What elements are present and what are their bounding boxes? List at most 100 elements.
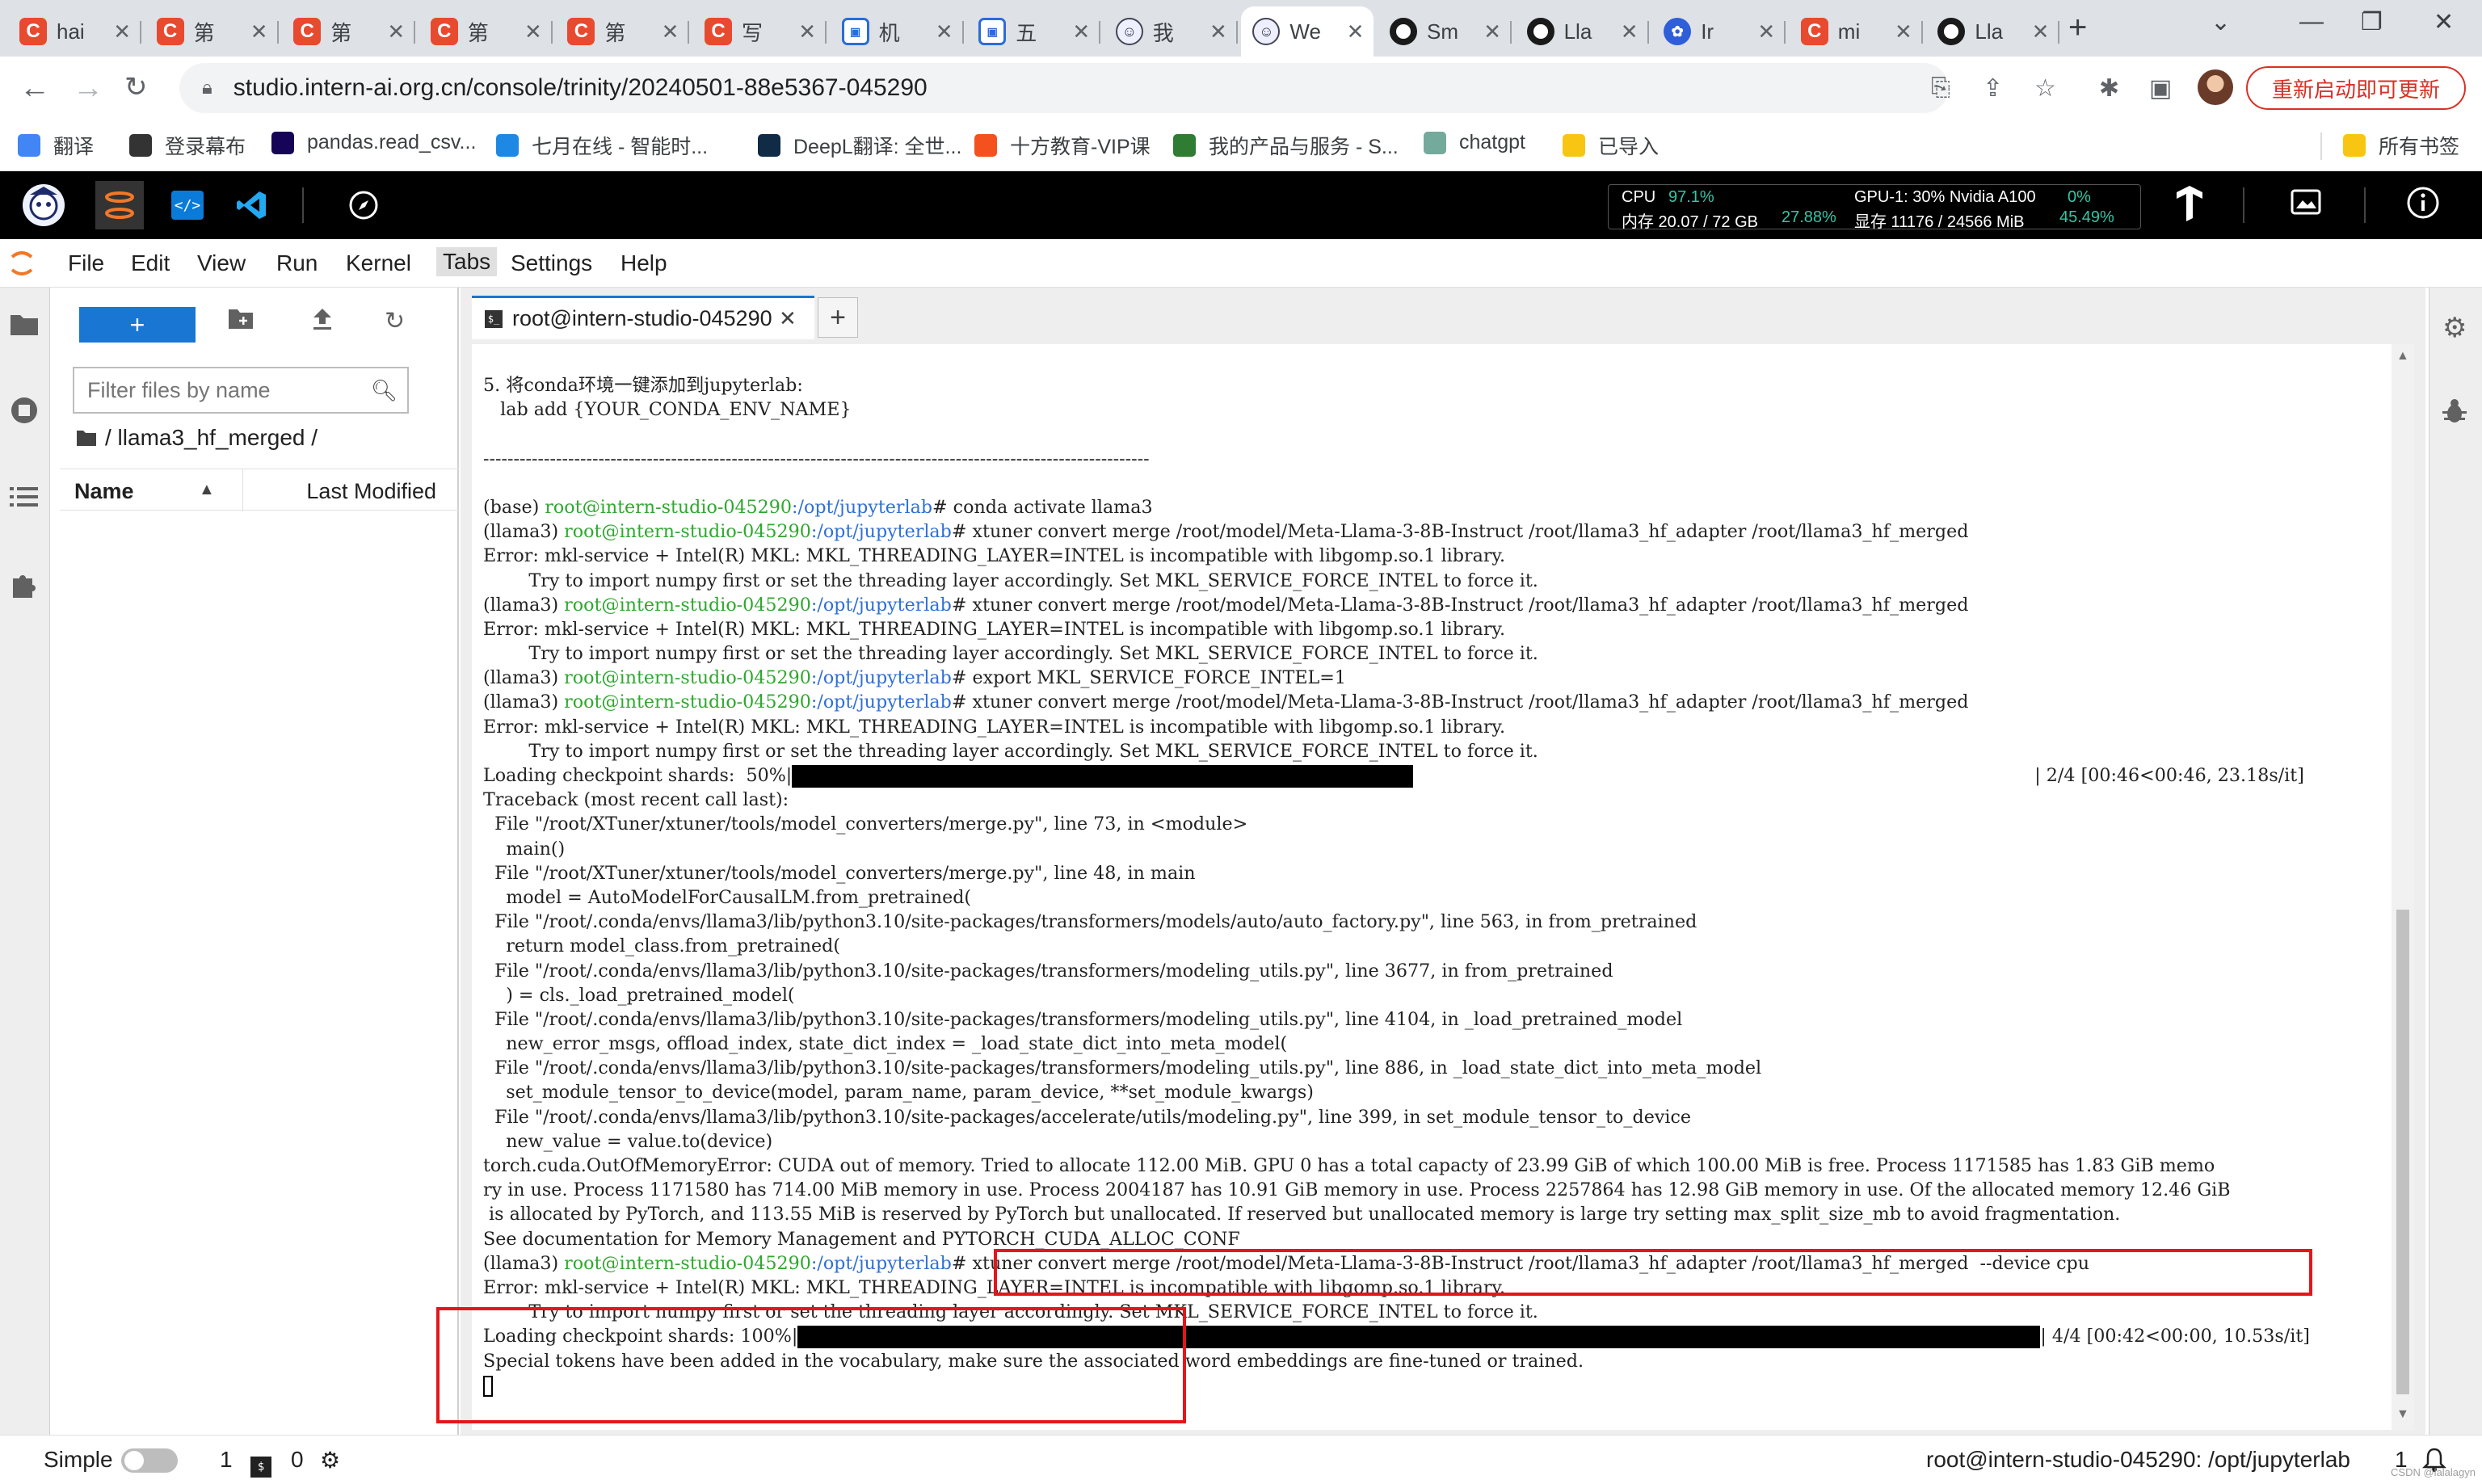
- compass-icon[interactable]: [339, 181, 388, 229]
- sort-ascending-icon[interactable]: ▲: [199, 481, 215, 499]
- browser-tab[interactable]: Sm ✕: [1378, 6, 1512, 57]
- simple-mode-toggle[interactable]: [121, 1448, 178, 1473]
- new-launcher-button[interactable]: +: [79, 307, 196, 343]
- browser-tab[interactable]: Chai ✕: [8, 6, 141, 57]
- terminal-tab[interactable]: $_ root@intern-studio-045290 ✕: [472, 296, 814, 339]
- browser-tab[interactable]: C 第 ✕: [145, 6, 279, 57]
- code-editor-icon[interactable]: </>: [163, 181, 212, 229]
- browser-tab[interactable]: ▣ 机 ✕: [831, 6, 964, 57]
- address-bar[interactable]: 🔒︎ studio.intern-ai.org.cn/console/trini…: [179, 63, 1949, 113]
- menu-settings[interactable]: Settings: [511, 250, 592, 276]
- minimize-button[interactable]: —: [2299, 8, 2324, 36]
- close-tab-icon[interactable]: ✕: [1621, 19, 1639, 44]
- bookmark-item[interactable]: pandas.read_csv...: [271, 131, 476, 154]
- add-tab-button[interactable]: +: [818, 297, 858, 338]
- terminal-scrollbar[interactable]: ▲ ▼: [2392, 344, 2414, 1430]
- extensions-icon[interactable]: ✱: [2099, 74, 2119, 103]
- close-tab-icon[interactable]: ✕: [113, 19, 131, 44]
- reload-icon[interactable]: ↻: [124, 71, 148, 103]
- refresh-icon[interactable]: ↻: [385, 307, 405, 335]
- folder-icon[interactable]: [10, 312, 39, 343]
- name-column-header[interactable]: Name: [74, 479, 134, 504]
- close-tab-icon[interactable]: ✕: [779, 306, 797, 331]
- breadcrumb[interactable]: / llama3_hf_merged /: [76, 425, 318, 451]
- close-tab-icon[interactable]: ✕: [662, 19, 679, 44]
- bookmark-item[interactable]: 我的产品与服务 - S...: [1173, 131, 1399, 160]
- close-tab-icon[interactable]: ✕: [250, 19, 268, 44]
- update-button[interactable]: 重新启动即可更新: [2246, 66, 2466, 110]
- close-tab-icon[interactable]: ✕: [798, 19, 816, 44]
- table-of-contents-icon[interactable]: [10, 485, 39, 516]
- bookmark-item[interactable]: 登录幕布: [129, 131, 246, 160]
- bookmark-item[interactable]: DeepL翻译: 全世...: [758, 131, 961, 160]
- scroll-up-icon[interactable]: ▲: [2396, 349, 2409, 364]
- close-tab-icon[interactable]: ✕: [524, 19, 542, 44]
- settings-gear-icon[interactable]: ⚙: [320, 1447, 340, 1473]
- scrollbar-thumb[interactable]: [2396, 910, 2409, 1394]
- forward-icon[interactable]: →: [73, 71, 103, 106]
- debugger-icon[interactable]: [2442, 397, 2467, 432]
- menu-edit[interactable]: Edit: [131, 250, 170, 276]
- side-panel-icon[interactable]: ▣: [2149, 74, 2172, 103]
- close-tab-icon[interactable]: ✕: [1072, 19, 1090, 44]
- tensorflow-icon[interactable]: [2173, 186, 2206, 229]
- image-upload-icon[interactable]: [2290, 186, 2322, 226]
- info-icon[interactable]: [2406, 186, 2440, 228]
- browser-tab[interactable]: ☺ 我 ✕: [1104, 6, 1238, 57]
- kernel-count[interactable]: 1: [220, 1447, 233, 1473]
- browser-tab[interactable]: C 第 ✕: [419, 6, 553, 57]
- bookmark-item[interactable]: chatgpt: [1424, 131, 1525, 154]
- close-tab-icon[interactable]: ✕: [1895, 19, 1912, 44]
- menu-help[interactable]: Help: [620, 250, 667, 276]
- terminal-count[interactable]: 0: [291, 1447, 304, 1473]
- close-tab-icon[interactable]: ✕: [1347, 19, 1365, 44]
- new-folder-icon[interactable]: [228, 307, 254, 336]
- menu-run[interactable]: Run: [276, 250, 318, 276]
- browser-tab[interactable]: C 第 ✕: [556, 6, 690, 57]
- bookmark-item[interactable]: 已导入: [1563, 131, 1659, 160]
- extensions-puzzle-icon[interactable]: [10, 570, 39, 607]
- browser-tab[interactable]: C 写 ✕: [693, 6, 827, 57]
- close-tab-icon[interactable]: ✕: [387, 19, 405, 44]
- menu-view[interactable]: View: [197, 250, 246, 276]
- restore-button[interactable]: ❐: [2361, 8, 2383, 36]
- bookmark-star-icon[interactable]: ☆: [2034, 74, 2056, 103]
- jupyter-icon[interactable]: [95, 181, 144, 229]
- filter-text-field[interactable]: [87, 377, 371, 403]
- browser-tab[interactable]: ☺ We ✕: [1241, 6, 1374, 57]
- vscode-icon[interactable]: [228, 181, 276, 229]
- scroll-down-icon[interactable]: ▼: [2396, 1407, 2409, 1422]
- property-inspector-icon[interactable]: ⚙: [2442, 312, 2467, 344]
- close-tab-icon[interactable]: ✕: [1209, 19, 1227, 44]
- browser-tab[interactable]: Lla ✕: [1516, 6, 1649, 57]
- breadcrumb-path[interactable]: / llama3_hf_merged /: [105, 425, 318, 451]
- close-tab-icon[interactable]: ✕: [936, 19, 953, 44]
- bookmark-item[interactable]: 十方教育-VIP课: [974, 131, 1151, 160]
- menu-kernel[interactable]: Kernel: [346, 250, 411, 276]
- upload-icon[interactable]: [312, 307, 333, 338]
- close-tab-icon[interactable]: ✕: [2032, 19, 2050, 44]
- close-tab-icon[interactable]: ✕: [1483, 19, 1501, 44]
- menu-tabs[interactable]: Tabs: [436, 247, 498, 276]
- new-tab-button[interactable]: +: [2068, 10, 2087, 46]
- close-tab-icon[interactable]: ✕: [1757, 19, 1775, 44]
- bookmark-item[interactable]: 翻译: [18, 131, 94, 160]
- close-window-button[interactable]: ✕: [2434, 8, 2454, 36]
- last-modified-column-header[interactable]: Last Modified: [306, 479, 436, 504]
- tab-search-icon[interactable]: ⌄: [2211, 8, 2231, 36]
- screenshot-icon[interactable]: ⎘: [1931, 74, 1950, 102]
- browser-tab[interactable]: Cmi ✕: [1790, 6, 1923, 57]
- browser-tab[interactable]: Lla ✕: [1926, 6, 2060, 57]
- intern-logo-icon[interactable]: [19, 181, 68, 229]
- bookmark-item[interactable]: 七月在线 - 智能时...: [496, 131, 708, 160]
- all-bookmarks[interactable]: 所有书签: [2343, 131, 2459, 160]
- browser-tab[interactable]: ▣ 五 ✕: [967, 6, 1101, 57]
- running-kernels-icon[interactable]: [10, 396, 39, 432]
- menu-file[interactable]: File: [68, 250, 104, 276]
- share-icon[interactable]: ⇪: [1983, 74, 2003, 103]
- profile-avatar[interactable]: [2198, 69, 2233, 105]
- browser-tab[interactable]: C 第 ✕: [282, 6, 416, 57]
- file-filter-input[interactable]: 🔍︎: [73, 367, 409, 414]
- browser-tab[interactable]: ✿ Ir ✕: [1652, 6, 1786, 57]
- back-icon[interactable]: ←: [19, 71, 50, 106]
